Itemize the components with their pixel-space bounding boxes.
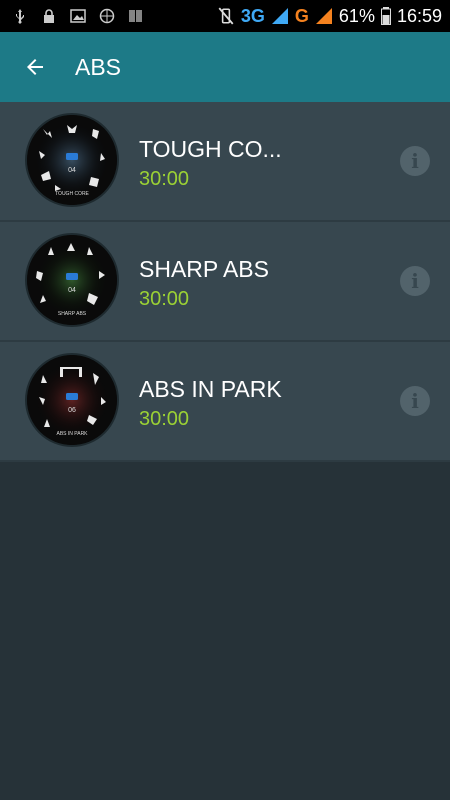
network-g-label: G: [294, 5, 309, 26]
usb-icon: [16, 9, 24, 24]
workout-duration: 30:00: [139, 168, 190, 190]
thumb-center-number: 04: [68, 167, 76, 174]
signal-g-icon: [315, 8, 332, 24]
signal-3g-icon: [271, 8, 288, 24]
thumb-caption: TOUGH CORE: [55, 191, 89, 197]
arrow-back-icon: [27, 59, 43, 75]
workout-item[interactable]: 04 TOUGH CORE TOUGH CO... 30:00 i: [0, 102, 450, 222]
app-notification-icon: [99, 8, 115, 24]
lock-icon: [44, 9, 54, 23]
thumb-center-number: 06: [68, 407, 76, 414]
workout-thumbnail: 04 SHARP ABS: [27, 235, 117, 325]
battery-percent: 61%: [338, 5, 375, 26]
info-icon: i: [411, 389, 419, 413]
workout-duration: 30:00: [139, 408, 190, 430]
page-title: ABS: [75, 54, 122, 80]
barcode-icon: [129, 10, 142, 22]
workout-thumbnail: 04 TOUGH CORE: [27, 115, 117, 205]
notification-icons: [12, 6, 144, 26]
info-button[interactable]: i: [400, 386, 430, 416]
info-button[interactable]: i: [400, 146, 430, 176]
workout-list: 04 TOUGH CORE TOUGH CO... 30:00 i 04 SHA…: [0, 102, 450, 462]
workout-title: TOUGH CO...: [139, 136, 282, 162]
back-button[interactable]: [18, 50, 52, 84]
status-bar: 3G G 61% 16:59: [0, 0, 450, 32]
workout-title: SHARP ABS: [139, 256, 269, 282]
thumb-center-number: 04: [68, 287, 76, 294]
thumb-caption: SHARP ABS: [58, 311, 87, 317]
thumb-caption: ABS IN PARK: [56, 431, 88, 437]
system-status: 3G G 61% 16:59: [217, 0, 442, 32]
info-icon: i: [411, 149, 419, 173]
workout-title: ABS IN PARK: [139, 376, 282, 402]
clock: 16:59: [396, 5, 442, 26]
app-bar: ABS: [0, 32, 450, 102]
info-icon: i: [411, 269, 419, 293]
workout-thumbnail: 06 ABS IN PARK: [27, 355, 117, 445]
image-icon: [70, 9, 86, 23]
network-3g-label: 3G: [240, 5, 265, 26]
workout-item[interactable]: 06 ABS IN PARK ABS IN PARK 30:00 i: [0, 342, 450, 462]
workout-item[interactable]: 04 SHARP ABS SHARP ABS 30:00 i: [0, 222, 450, 342]
workout-duration: 30:00: [139, 288, 190, 310]
vibrate-off-icon: [218, 7, 234, 25]
info-button[interactable]: i: [400, 266, 430, 296]
battery-icon: [380, 7, 391, 25]
